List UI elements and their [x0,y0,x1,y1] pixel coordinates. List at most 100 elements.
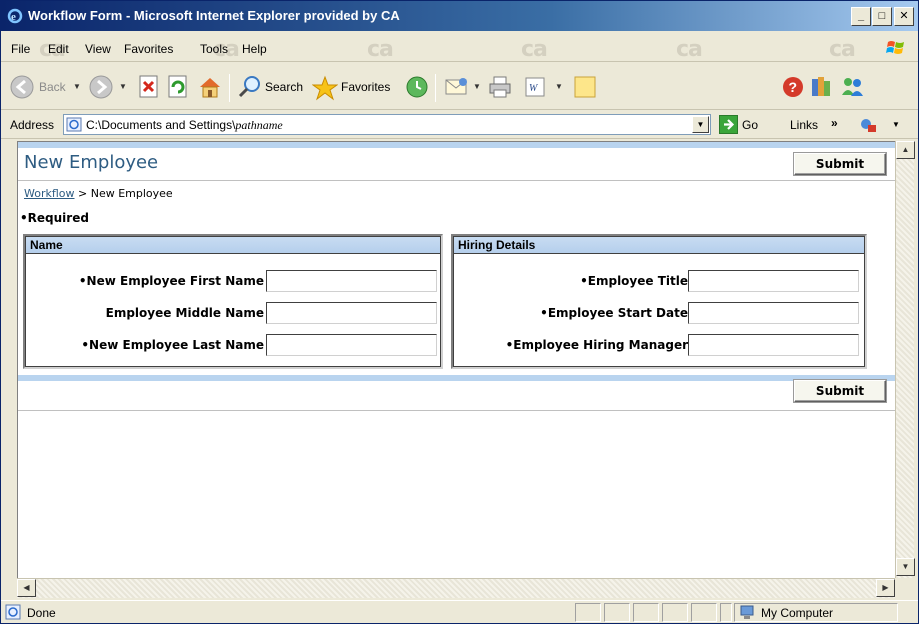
discuss-note-icon[interactable] [573,75,597,99]
search-icon[interactable] [238,75,262,99]
name-panel: Name •New Employee First Name Employee M… [23,234,443,369]
ca-watermark: ca [521,37,548,62]
address-input[interactable]: C:\Documents and Settings\pathname ▼ [63,114,711,135]
middle-name-label: Employee Middle Name [105,306,264,320]
links-button[interactable]: Links [790,118,818,132]
favorites-label[interactable]: Favorites [341,80,390,94]
header-divider [18,180,895,181]
scroll-up-button[interactable]: ▲ [896,141,915,159]
mail-dropdown-icon[interactable]: ▼ [473,82,481,91]
zone-text: My Computer [761,606,834,620]
scroll-left-button[interactable]: ◀ [17,579,36,597]
extension-dropdown-icon[interactable]: ▼ [892,120,900,129]
research-books-icon[interactable] [809,75,833,99]
last-name-input[interactable] [266,334,437,356]
word-edit-icon[interactable]: W [523,75,547,99]
svg-text:?: ? [789,79,798,95]
footer-band [18,375,895,381]
status-panel [575,603,601,622]
header-band [18,142,895,148]
menu-tools[interactable]: Tools [200,42,228,56]
ie-logo-icon: e [7,8,23,24]
title-bar[interactable]: e Workflow Form - Microsoft Internet Exp… [1,1,918,31]
breadcrumb-link-workflow[interactable]: Workflow [24,187,75,200]
messenger-icon[interactable] [839,75,865,99]
footer-divider [18,410,895,411]
back-label[interactable]: Back [39,80,66,94]
horizontal-scrollbar[interactable]: ◀ ▶ [17,578,895,598]
stop-icon[interactable] [138,75,160,99]
maximize-button[interactable]: □ [872,7,892,26]
scroll-right-button[interactable]: ▶ [876,579,895,597]
menu-help[interactable]: Help [242,42,267,56]
favorites-star-icon[interactable] [312,75,338,101]
close-button[interactable]: ✕ [894,7,914,26]
forward-dropdown-icon[interactable]: ▼ [119,82,127,91]
history-icon[interactable] [405,75,429,99]
minimize-button[interactable]: _ [851,7,871,26]
start-date-row: •Employee Start Date [454,302,864,326]
status-panel [604,603,630,622]
links-chevron-icon[interactable]: » [831,116,838,130]
status-panel [691,603,717,622]
menu-view[interactable]: View [85,42,111,56]
go-arrow-icon[interactable] [719,115,738,134]
browser-window: e Workflow Form - Microsoft Internet Exp… [0,0,919,624]
hiring-manager-label: •Employee Hiring Manager [505,338,688,352]
mail-icon[interactable] [444,75,470,99]
employee-title-row: •Employee Title [454,270,864,294]
page-done-icon [5,604,21,620]
address-dropdown-button[interactable]: ▼ [692,116,709,133]
breadcrumb-separator: > [78,187,88,200]
menu-bar: ca ca ca ca ca ca File Edit View Favorit… [1,34,918,62]
status-panel [720,603,732,622]
home-icon[interactable] [197,75,223,99]
forward-arrow-icon[interactable] [89,75,113,99]
back-dropdown-icon[interactable]: ▼ [73,82,81,91]
computer-zone-icon [740,605,754,619]
hiring-manager-input[interactable] [688,334,859,356]
breadcrumb-current: New Employee [90,187,173,200]
first-name-input[interactable] [266,270,437,292]
middle-name-input[interactable] [266,302,437,324]
edit-dropdown-icon[interactable]: ▼ [555,82,563,91]
address-label: Address [10,118,55,132]
first-name-label: •New Employee First Name [78,274,264,288]
last-name-row: •New Employee Last Name [26,334,440,358]
status-text: Done [27,606,56,620]
start-date-input[interactable] [688,302,859,324]
employee-title-label: •Employee Title [580,274,688,288]
required-legend: •Required [20,211,89,225]
refresh-icon[interactable] [167,75,189,99]
toolbar: Back ▼ ▼ Search Favorites ▼ W ▼ ? [1,64,918,110]
help-icon[interactable]: ? [781,75,805,99]
page-title: New Employee [24,152,159,173]
hiring-details-panel: Hiring Details •Employee Title •Employee… [451,234,867,369]
scrollbar-corner [895,578,914,598]
svg-text:e: e [11,11,16,23]
breadcrumb: Workflow > New Employee [24,187,173,200]
address-bar: Address C:\Documents and Settings\pathna… [1,111,918,139]
go-button[interactable]: Go [742,118,758,132]
page-icon [66,117,82,132]
address-path[interactable]: C:\Documents and Settings\pathname [86,118,283,133]
menu-favorites[interactable]: Favorites [124,42,173,56]
search-label[interactable]: Search [265,80,303,94]
menu-edit[interactable]: Edit [48,42,69,56]
hiring-manager-row: •Employee Hiring Manager [454,334,864,358]
toolbar-separator [435,74,436,102]
menu-file[interactable]: File [11,42,30,56]
status-panel [662,603,688,622]
hiring-details-panel-title: Hiring Details [454,237,864,254]
submit-button-top[interactable]: Submit [794,153,886,175]
windows-logo-icon [886,41,904,54]
submit-button-bottom[interactable]: Submit [794,380,886,402]
toolbar-extension-icon[interactable] [859,116,877,134]
scroll-down-button[interactable]: ▼ [896,558,915,576]
first-name-row: •New Employee First Name [26,270,440,294]
back-arrow-icon[interactable] [10,75,34,99]
vertical-scrollbar[interactable]: ▲ ▼ [895,141,915,598]
print-icon[interactable] [487,75,513,99]
employee-title-input[interactable] [688,270,859,292]
ca-watermark: ca [829,37,856,62]
